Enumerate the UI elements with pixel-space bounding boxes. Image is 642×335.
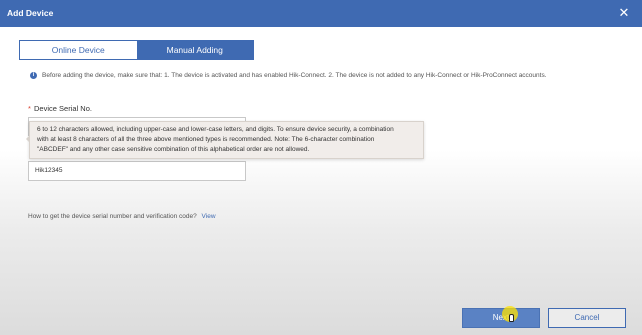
tooltip-line: "ABCDEF" and any other case sensitive co… [37,146,310,153]
serial-label: * Device Serial No. [28,104,92,113]
tooltip-arrow [26,135,30,143]
title-bar: Add Device ✕ [0,0,642,27]
hand-cursor-icon [509,314,514,322]
dialog-title: Add Device [7,8,54,18]
tab-manual-adding[interactable]: Manual Adding [136,41,253,59]
tab-online-device[interactable]: Online Device [20,41,137,59]
notice: i Before adding the device, make sure th… [30,72,547,79]
tooltip-line: 6 to 12 characters allowed, including up… [37,126,394,133]
verification-code-input[interactable]: Hik12345 [28,161,246,181]
cancel-button[interactable]: Cancel [548,308,626,328]
info-icon: i [30,72,37,79]
serial-label-text: Device Serial No. [34,104,92,113]
password-rule-tooltip: 6 to 12 characters allowed, including up… [26,121,424,159]
close-icon[interactable]: ✕ [615,4,633,22]
help-question: How to get the device serial number and … [28,213,197,220]
required-mark: * [28,104,31,113]
add-device-dialog: Add Device ✕ Online Device Manual Adding… [0,0,642,335]
notice-text: Before adding the device, make sure that… [42,72,547,79]
next-button[interactable]: Next [462,308,540,328]
help-text: How to get the device serial number and … [28,213,216,220]
tab-bar: Online Device Manual Adding [19,40,254,60]
tooltip-line: with at least 8 characters of all the th… [37,136,375,143]
view-link[interactable]: View [202,213,216,220]
